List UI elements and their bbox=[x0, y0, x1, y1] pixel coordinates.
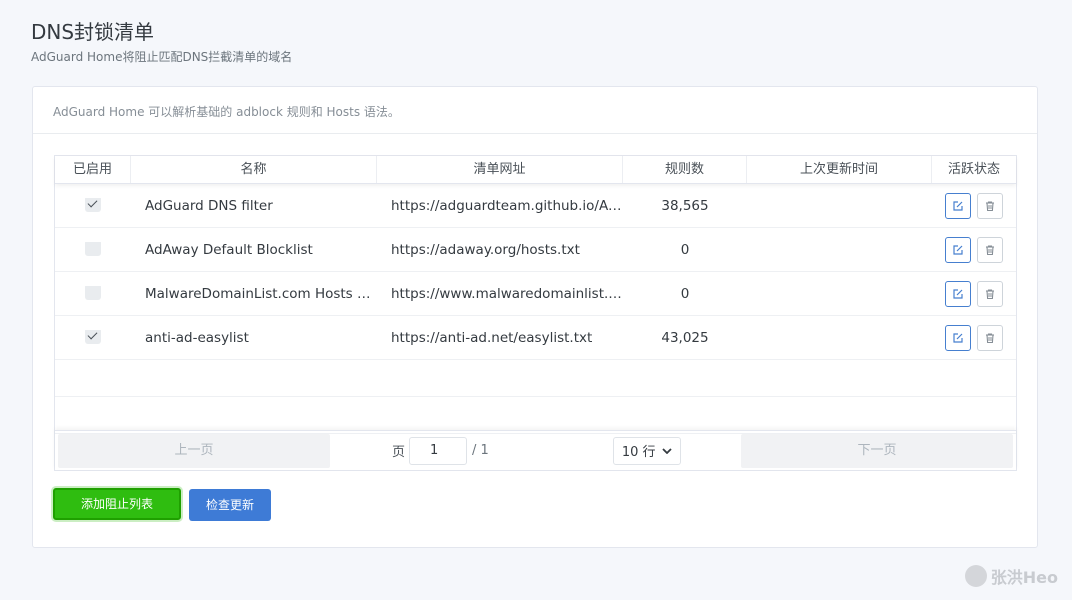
rule-count: 38,565 bbox=[661, 197, 709, 214]
filters-card: AdGuard Home 可以解析基础的 adblock 规则和 Hosts 语… bbox=[32, 86, 1038, 548]
enabled-cell bbox=[55, 197, 131, 214]
table-body: AdGuard DNS filter https://adguardteam.g… bbox=[55, 184, 1016, 360]
filter-url: https://www.malwaredomainlist.com/hostsl… bbox=[391, 285, 623, 302]
header-rules[interactable]: 规则数 bbox=[623, 156, 747, 183]
rule-count: 0 bbox=[680, 285, 690, 302]
edit-button[interactable] bbox=[945, 324, 971, 351]
watermark-text: 张洪Heo bbox=[990, 568, 1058, 587]
delete-button[interactable] bbox=[977, 192, 1003, 219]
actions-cell bbox=[932, 280, 1016, 307]
empty-row bbox=[55, 397, 1016, 434]
delete-button[interactable] bbox=[977, 324, 1003, 351]
empty-row bbox=[55, 360, 1016, 397]
edit-button[interactable] bbox=[945, 236, 971, 263]
table-row: AdAway Default Blocklist https://adaway.… bbox=[55, 228, 1016, 272]
header-url[interactable]: 清单网址 bbox=[377, 156, 623, 183]
enabled-cell bbox=[55, 329, 131, 346]
header-name[interactable]: 名称 bbox=[131, 156, 377, 183]
filter-url: https://anti-ad.net/easylist.txt bbox=[391, 329, 593, 346]
rule-count: 43,025 bbox=[661, 329, 709, 346]
trash-icon bbox=[986, 244, 994, 255]
rows-per-page-select[interactable]: 10 行 bbox=[612, 436, 681, 465]
page-title: DNS封锁清单 bbox=[31, 20, 155, 44]
trash-icon bbox=[986, 332, 994, 343]
page-total: / 1 bbox=[472, 443, 489, 458]
watermark-logo-icon bbox=[964, 565, 987, 587]
edit-button[interactable] bbox=[945, 280, 971, 307]
page-subtitle: AdGuard Home将阻止匹配DNS拦截清单的域名 bbox=[31, 50, 293, 64]
enabled-checkbox[interactable] bbox=[85, 285, 101, 300]
filter-name: anti-ad-easylist bbox=[145, 329, 249, 346]
page-controls: 页 / 1 10 行 bbox=[330, 436, 741, 465]
pagination: 上一页 页 / 1 10 行 下一页 bbox=[55, 430, 1016, 470]
enabled-checkbox[interactable] bbox=[85, 241, 101, 256]
edit-icon bbox=[953, 244, 963, 255]
page-number-input[interactable] bbox=[409, 436, 468, 465]
next-page-button[interactable]: 下一页 bbox=[741, 433, 1013, 468]
edit-icon bbox=[953, 332, 963, 343]
filter-name: MalwareDomainList.com Hosts List bbox=[145, 285, 377, 302]
page-label: 页 bbox=[392, 445, 406, 460]
filter-name: AdAway Default Blocklist bbox=[145, 241, 313, 258]
filter-name: AdGuard DNS filter bbox=[145, 197, 273, 214]
actions-cell bbox=[932, 236, 1016, 263]
check-updates-button[interactable]: 检查更新 bbox=[189, 489, 271, 521]
enabled-checkbox[interactable] bbox=[85, 329, 101, 344]
chevron-down-icon bbox=[662, 447, 672, 454]
watermark: 张洪Heo bbox=[964, 564, 1058, 588]
trash-icon bbox=[986, 200, 994, 211]
table-row: AdGuard DNS filter https://adguardteam.g… bbox=[55, 184, 1016, 228]
trash-icon bbox=[986, 288, 994, 299]
delete-button[interactable] bbox=[977, 236, 1003, 263]
enabled-checkbox[interactable] bbox=[85, 197, 101, 212]
prev-page-button[interactable]: 上一页 bbox=[58, 433, 330, 468]
enabled-cell bbox=[55, 285, 131, 302]
edit-button[interactable] bbox=[945, 192, 971, 219]
actions-cell bbox=[932, 324, 1016, 351]
table-row: MalwareDomainList.com Hosts List https:/… bbox=[55, 272, 1016, 316]
header-status: 活跃状态 bbox=[947, 162, 1000, 177]
delete-button[interactable] bbox=[977, 280, 1003, 307]
rows-per-page-value: 10 行 bbox=[621, 445, 656, 460]
table-header: 已启用 名称 清单网址 规则数 上次更新时间 活跃状态 bbox=[55, 156, 1016, 184]
header-enabled[interactable]: 已启用 bbox=[55, 156, 131, 183]
actions-cell bbox=[932, 192, 1016, 219]
filter-url: https://adaway.org/hosts.txt bbox=[391, 241, 580, 258]
header-last-updated[interactable]: 上次更新时间 bbox=[747, 156, 932, 183]
enabled-cell bbox=[55, 241, 131, 258]
card-info-text: AdGuard Home 可以解析基础的 adblock 规则和 Hosts 语… bbox=[33, 87, 1037, 134]
filters-table: 已启用 名称 清单网址 规则数 上次更新时间 活跃状态 AdGuard DNS … bbox=[54, 155, 1017, 471]
add-blocklist-button[interactable]: 添加阻止列表 bbox=[53, 488, 181, 520]
edit-icon bbox=[953, 200, 963, 211]
rule-count: 0 bbox=[680, 241, 690, 258]
edit-icon bbox=[953, 288, 963, 299]
filter-url: https://adguardteam.github.io/AdGuardSDN… bbox=[391, 197, 623, 214]
table-row: anti-ad-easylist https://anti-ad.net/eas… bbox=[55, 316, 1016, 360]
